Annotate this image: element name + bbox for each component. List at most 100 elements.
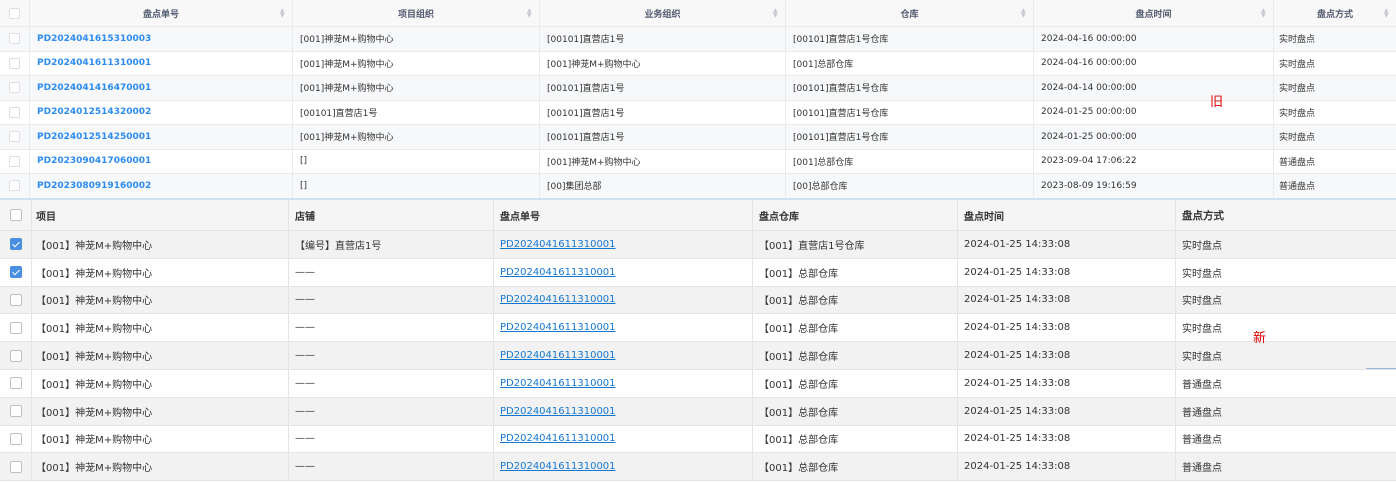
- row-select-cell[interactable]: [0, 342, 32, 369]
- row-select-cell[interactable]: [0, 51, 30, 75]
- table-row[interactable]: PD2023080919160002 [] [00]集团总部 [00]总部仓库 2023…: [0, 174, 1396, 199]
- row-checkbox[interactable]: [9, 57, 20, 69]
- row-select-cell[interactable]: [0, 397, 32, 425]
- sort-icon[interactable]: ▲ ▼: [1261, 8, 1267, 19]
- table-row[interactable]: PD2024041416470001 [001]神茏M+购物中心 [00101]直营…: [0, 76, 1396, 101]
- time-cell: 2023-09-04 17:06:22: [1034, 149, 1274, 173]
- code-cell: PD2023090417060001: [30, 149, 293, 173]
- inventory-code-link[interactable]: PD2024041611310001: [500, 378, 616, 389]
- row-select-cell[interactable]: [0, 231, 32, 258]
- shop-cell: 【编号】直营店1号: [289, 231, 494, 258]
- table-row[interactable]: PD2024012514320002 [00101]直营店1号 [00101]直营店…: [0, 100, 1396, 125]
- inventory-code-link[interactable]: PD2023080919160002: [37, 181, 151, 191]
- table-row[interactable]: PD2023090417060001 [] [001]神茏M+购物中心 [001]总部…: [0, 149, 1396, 174]
- project-cell: []: [293, 149, 540, 173]
- inventory-code-link[interactable]: PD2024041611310001: [500, 350, 616, 361]
- table-row[interactable]: 【001】神茏M+购物中心 —— PD2024041611310001 【001】总部…: [0, 286, 1396, 315]
- row-checkbox[interactable]: [9, 460, 22, 473]
- row-select-cell[interactable]: [0, 286, 32, 314]
- row-select-cell[interactable]: [0, 27, 30, 51]
- old-header-time[interactable]: 盘点时间 ▲ ▼: [1034, 0, 1274, 26]
- new-marker-label: 新: [1253, 331, 1267, 346]
- row-checkbox[interactable]: [9, 405, 22, 418]
- row-checkbox[interactable]: [9, 321, 22, 334]
- row-checkbox[interactable]: [9, 432, 22, 445]
- table-row[interactable]: 【001】神茏M+购物中心 —— PD2024041611310001 【001】总部…: [0, 314, 1396, 343]
- warehouse-cell: 【001】总部仓库: [753, 314, 958, 342]
- inventory-code-link[interactable]: PD2024041611310001: [37, 58, 151, 68]
- table-row[interactable]: 【001】神茏M+购物中心 —— PD2024041611310001 【001】总部…: [0, 369, 1396, 398]
- inventory-code-link[interactable]: PD2024041611310001: [500, 322, 616, 333]
- row-checkbox[interactable]: [9, 131, 20, 143]
- inventory-code-link[interactable]: PD2024041611310001: [500, 406, 616, 417]
- inventory-code-link[interactable]: PD2024041611310001: [500, 461, 616, 472]
- method-cell: 实时盘点: [1182, 352, 1222, 364]
- table-row[interactable]: PD2024041611310001 [001]神茏M+购物中心 [001]神茏M+…: [0, 51, 1396, 76]
- row-checkbox[interactable]: [9, 33, 20, 45]
- row-checkbox[interactable]: [9, 180, 20, 192]
- old-header-business[interactable]: 业务组织 ▲ ▼: [540, 0, 786, 26]
- table-row[interactable]: 【001】神茏M+购物中心 —— PD2024041611310001 【001】总部…: [0, 453, 1396, 482]
- inventory-code-link[interactable]: PD2024041615310003: [37, 34, 151, 44]
- row-select-cell[interactable]: [0, 174, 30, 198]
- inventory-code-link[interactable]: PD2024012514320002: [37, 107, 151, 117]
- table-row[interactable]: 【001】神茏M+购物中心 —— PD2024041611310001 【001】总部…: [0, 425, 1396, 454]
- table-row[interactable]: 【001】神茏M+购物中心 —— PD2024041611310001 【001】总部…: [0, 342, 1396, 370]
- new-select-all-checkbox[interactable]: [9, 209, 22, 221]
- table-row[interactable]: 【001】神茏M+购物中心 —— PD2024041611310001 【001】总部…: [0, 397, 1396, 426]
- row-checkbox[interactable]: [9, 266, 22, 279]
- row-checkbox[interactable]: [9, 106, 20, 118]
- inventory-code-link[interactable]: PD2024012514250001: [37, 132, 151, 142]
- table-row[interactable]: 【001】神茏M+购物中心 —— PD2024041611310001 【001】总部…: [0, 258, 1396, 287]
- old-inventory-table: 盘点单号 ▲ ▼ 项目组织 ▲ ▼ 业务组织 ▲ ▼ 仓库 ▲ ▼ 盘点时间 ▲ ▼ 盘点方式 ▲ ▼ …: [0, 0, 1396, 199]
- sort-icon[interactable]: ▲ ▼: [527, 8, 533, 19]
- row-checkbox[interactable]: [9, 293, 22, 306]
- inventory-code-link[interactable]: PD2024041611310001: [500, 433, 616, 444]
- row-select-cell[interactable]: [0, 453, 32, 481]
- sort-icon[interactable]: ▲ ▼: [280, 8, 286, 19]
- sort-icon[interactable]: ▲ ▼: [1021, 8, 1027, 19]
- old-header-project[interactable]: 项目组织 ▲ ▼: [293, 0, 540, 26]
- method-cell: 实时盘点: [1279, 108, 1316, 119]
- row-select-cell[interactable]: [0, 369, 32, 397]
- shop-cell: ——: [289, 314, 494, 342]
- business-cell: [001]神茏M+购物中心: [540, 51, 786, 75]
- row-select-cell[interactable]: [0, 258, 32, 286]
- business-cell: [00101]直营店1号: [540, 125, 786, 149]
- inventory-code-link[interactable]: PD2024041611310001: [500, 267, 616, 278]
- row-checkbox[interactable]: [9, 238, 22, 251]
- old-header-warehouse[interactable]: 仓库 ▲ ▼: [786, 0, 1034, 26]
- table-row[interactable]: PD2024012514250001 [001]神茏M+购物中心 [00101]直营…: [0, 125, 1396, 150]
- sort-icon[interactable]: ▲ ▼: [773, 8, 779, 19]
- row-select-cell[interactable]: [0, 425, 32, 453]
- time-cell: 2024-01-25 14:33:08: [958, 286, 1176, 314]
- inventory-code-link[interactable]: PD2024041611310001: [500, 294, 616, 305]
- table-row[interactable]: 【001】神茏M+购物中心 【编号】直营店1号 PD2024041611310001…: [0, 231, 1396, 259]
- inventory-code-link[interactable]: PD2024041416470001: [37, 83, 151, 93]
- old-select-all-cell[interactable]: [0, 0, 30, 26]
- row-select-cell[interactable]: [0, 76, 30, 100]
- row-checkbox[interactable]: [9, 82, 20, 94]
- inventory-code-link[interactable]: PD2024041611310001: [500, 239, 616, 250]
- row-select-cell[interactable]: [0, 314, 32, 342]
- new-select-all-cell[interactable]: [0, 200, 32, 230]
- row-checkbox[interactable]: [9, 155, 20, 167]
- code-cell: PD2024041611310001: [494, 286, 753, 314]
- row-select-cell[interactable]: [0, 100, 30, 124]
- row-select-cell[interactable]: [0, 125, 30, 149]
- method-cell: 实时盘点: [1182, 324, 1222, 336]
- sort-icon[interactable]: ▲ ▼: [1384, 8, 1390, 19]
- old-header-method[interactable]: 盘点方式 ▲ ▼: [1274, 0, 1396, 26]
- method-cell: 普通盘点: [1182, 463, 1222, 475]
- row-checkbox[interactable]: [9, 349, 22, 362]
- row-select-cell[interactable]: [0, 149, 30, 173]
- inventory-code-link[interactable]: PD2023090417060001: [37, 156, 151, 166]
- row-checkbox[interactable]: [9, 377, 22, 390]
- table-row[interactable]: PD2024041615310003 [001]神茏M+购物中心 [00101]直营…: [0, 27, 1396, 52]
- old-header-code[interactable]: 盘点单号 ▲ ▼: [30, 0, 293, 26]
- time-cell: 2024-01-25 14:33:08: [958, 369, 1176, 397]
- code-cell: PD2024012514250001: [30, 125, 293, 149]
- scroll-indicator[interactable]: [1366, 368, 1396, 369]
- old-select-all-checkbox[interactable]: [9, 7, 20, 19]
- header-label: 盘点时间: [1135, 9, 1172, 20]
